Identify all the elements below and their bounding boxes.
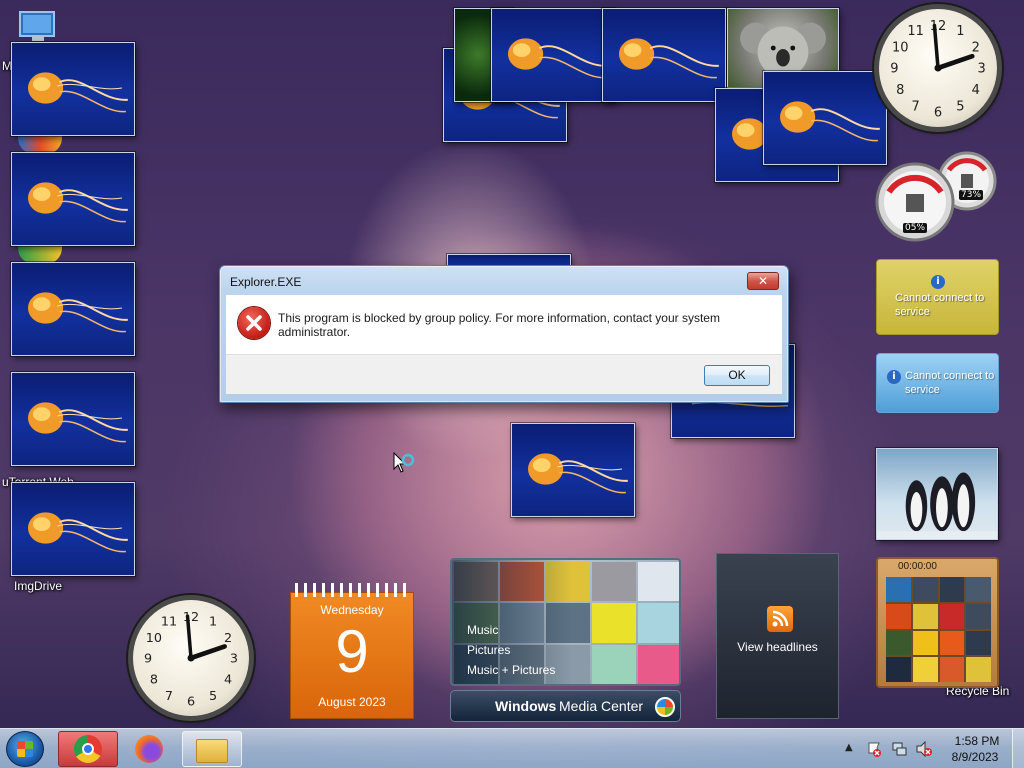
chrome-desktop-icon[interactable]	[18, 244, 62, 264]
error-icon	[238, 307, 270, 339]
dialog-body: This program is blocked by group policy.…	[226, 295, 782, 354]
calendar-rings	[295, 583, 411, 597]
svg-text:2: 2	[224, 631, 232, 646]
svg-text:11: 11	[161, 615, 177, 630]
slideshow-gadget[interactable]	[876, 448, 998, 540]
info-icon: i	[931, 275, 945, 289]
svg-text:2: 2	[972, 40, 980, 55]
svg-text:12: 12	[930, 19, 947, 34]
action-center-icon[interactable]	[866, 741, 882, 757]
desktop-icon-label: ImgDrive	[14, 579, 63, 593]
calendar-gadget[interactable]: Wednesday 9 August 2023	[290, 583, 414, 719]
svg-text:3: 3	[978, 62, 986, 77]
media-center-item[interactable]: Music + Pictures	[467, 663, 555, 677]
calendar-month-year: August 2023	[318, 695, 386, 709]
windows-logo-icon	[17, 741, 33, 757]
picture-puzzle-gadget[interactable]: 00:00:00	[876, 557, 999, 688]
ok-button[interactable]: OK	[704, 365, 770, 386]
svg-text:6: 6	[934, 105, 942, 120]
svg-text:8: 8	[150, 673, 158, 688]
weather-status-text: Cannot connect to service	[905, 370, 995, 396]
jellyfish-thumbnail[interactable]	[602, 8, 726, 102]
firefox-icon	[135, 735, 163, 763]
busy-cursor-icon	[393, 451, 417, 478]
chrome-icon	[74, 735, 102, 763]
info-icon: i	[887, 370, 901, 384]
svg-text:7: 7	[911, 99, 919, 114]
media-center-item[interactable]: Music	[467, 623, 498, 637]
computer-icon[interactable]	[16, 10, 60, 44]
taskbar-firefox-button[interactable]	[120, 731, 180, 767]
folder-icon	[196, 739, 228, 763]
dialog-close-button[interactable]: ✕	[747, 272, 779, 290]
jellyfish-thumbnail[interactable]	[491, 8, 615, 102]
volume-muted-icon[interactable]	[915, 740, 933, 758]
svg-text:5: 5	[209, 689, 217, 704]
puzzle-timer: 00:00:00	[898, 561, 937, 572]
weather-gadget[interactable]: i Cannot connect to service	[876, 259, 999, 335]
media-tiles: Music Pictures Music + Pictures	[450, 558, 681, 686]
rss-icon	[767, 606, 793, 632]
media-center-item[interactable]: Pictures	[467, 643, 510, 657]
svg-text:4: 4	[972, 83, 980, 98]
network-icon[interactable]	[891, 741, 907, 757]
start-button[interactable]	[6, 731, 44, 767]
cpu-meter-gadget[interactable]: 05% 73%	[873, 148, 1001, 242]
memory-usage-label: 73%	[959, 190, 984, 200]
svg-text:9: 9	[890, 62, 898, 77]
taskbar-file-explorer-button[interactable]	[182, 731, 242, 767]
weather-gadget[interactable]: i Cannot connect to service	[876, 353, 999, 413]
svg-text:6: 6	[187, 695, 195, 710]
weather-status-text: Cannot connect to service	[895, 292, 985, 318]
error-dialog: Explorer.EXE ✕ This program is blocked b…	[219, 265, 789, 403]
firefox-desktop-icon[interactable]	[18, 134, 62, 154]
svg-text:9: 9	[144, 652, 152, 667]
svg-text:10: 10	[892, 40, 909, 55]
cpu-usage-label: 05%	[903, 223, 928, 233]
show-hidden-icons-arrow[interactable]: ▲	[845, 742, 853, 753]
jellyfish-thumbnail[interactable]	[511, 423, 635, 517]
taskbar-chrome-button[interactable]	[58, 731, 118, 767]
jellyfish-thumbnail[interactable]	[11, 152, 135, 246]
windows-logo-icon	[655, 697, 675, 717]
taskbar: ▲ 1:58 PM 8/9/2023	[0, 728, 1024, 768]
view-headlines-link[interactable]: View headlines	[717, 640, 838, 654]
dialog-title: Explorer.EXE	[230, 275, 302, 289]
media-center-gadget[interactable]: Music Pictures Music + Pictures Windows …	[450, 558, 681, 722]
svg-text:11: 11	[907, 24, 924, 39]
svg-text:10: 10	[146, 631, 162, 646]
feed-headlines-gadget[interactable]: View headlines	[716, 553, 839, 719]
svg-text:1: 1	[209, 615, 217, 630]
svg-text:3: 3	[230, 652, 238, 667]
media-center-brand-rest: Media Center	[559, 698, 644, 714]
svg-text:4: 4	[224, 673, 232, 688]
svg-text:8: 8	[896, 83, 904, 98]
tray-date[interactable]: 8/9/2023	[948, 750, 1002, 764]
calendar-day: 9	[335, 618, 369, 685]
jellyfish-thumbnail[interactable]	[11, 482, 135, 576]
jellyfish-thumbnail[interactable]	[11, 372, 135, 466]
calendar-weekday: Wednesday	[320, 603, 384, 617]
dialog-footer: OK	[226, 354, 782, 394]
media-center-brand-bold: Windows	[495, 698, 557, 714]
jellyfish-thumbnail[interactable]	[763, 71, 887, 165]
tray-time[interactable]: 1:58 PM	[952, 734, 1002, 748]
clock-gadget[interactable]: 12 1 2 3 4 5 6 7 8 9 10 11	[133, 600, 249, 716]
svg-text:5: 5	[956, 99, 964, 114]
media-center-brand-bar[interactable]: Windows Media Center	[450, 690, 681, 722]
jellyfish-thumbnail[interactable]	[11, 42, 135, 136]
svg-text:1: 1	[956, 24, 964, 39]
dialog-message: This program is blocked by group policy.…	[278, 311, 720, 339]
svg-text:12: 12	[183, 610, 199, 625]
show-desktop-button[interactable]	[1012, 729, 1024, 768]
svg-text:7: 7	[165, 689, 173, 704]
clock-gadget[interactable]: 12 1 2 3 4 5 6 7 8 9 10 11	[879, 9, 997, 127]
jellyfish-thumbnail[interactable]	[11, 262, 135, 356]
